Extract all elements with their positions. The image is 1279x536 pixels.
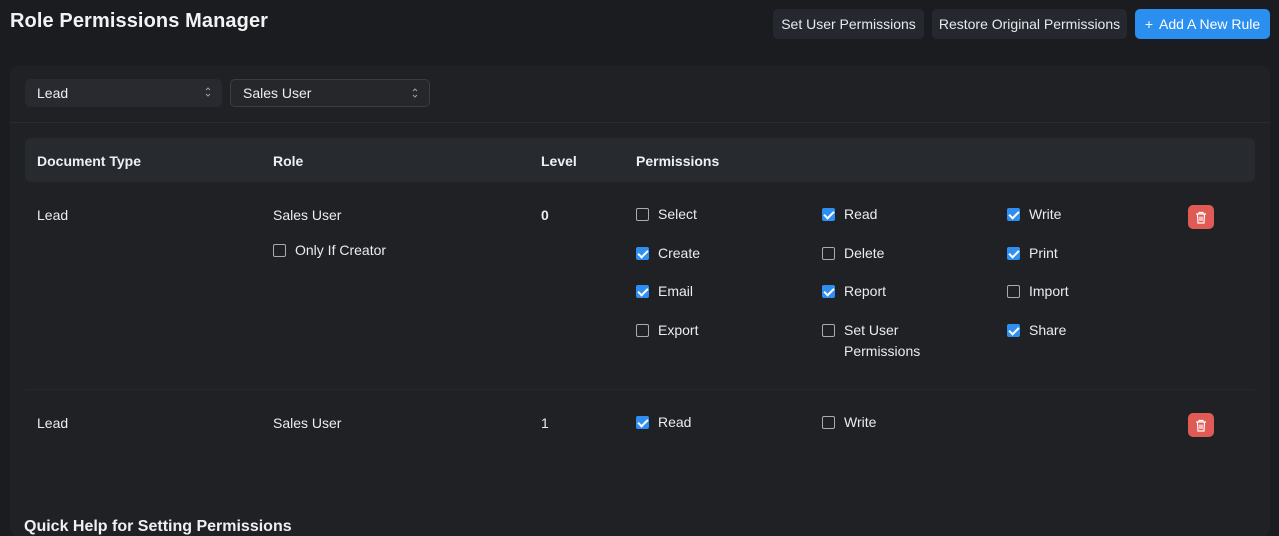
permission-label: Export — [658, 322, 699, 338]
trash-icon — [1196, 211, 1206, 224]
permission-label: Import — [1029, 283, 1069, 299]
permission-label: Email — [658, 283, 694, 299]
header-level: Level — [541, 153, 577, 169]
permission-checkbox[interactable]: Print — [1007, 243, 1139, 264]
row-role: Sales User — [273, 415, 342, 431]
checkbox[interactable] — [1007, 247, 1020, 260]
permission-label: Set User Permissions — [844, 322, 921, 359]
permission-checkbox[interactable]: Delete — [822, 243, 954, 264]
filter-divider — [10, 122, 1270, 123]
checkbox[interactable] — [636, 324, 649, 337]
page-title: Role Permissions Manager — [10, 10, 269, 32]
header-document-type: Document Type — [37, 153, 141, 169]
delete-rule-button[interactable] — [1188, 205, 1214, 229]
checkbox[interactable] — [822, 247, 835, 260]
permission-label: Read — [844, 206, 878, 222]
set-user-permissions-button[interactable]: Set User Permissions — [773, 9, 924, 39]
header-permissions: Permissions — [636, 153, 720, 169]
permission-checkbox[interactable]: Read — [822, 204, 954, 225]
permission-checkbox[interactable]: Write — [822, 412, 954, 433]
permission-label: Share — [1029, 322, 1067, 338]
plus-icon: + — [1144, 16, 1153, 32]
permission-checkbox[interactable]: Write — [1007, 204, 1139, 225]
permission-checkbox[interactable]: Email — [636, 281, 768, 302]
trash-icon — [1196, 419, 1206, 432]
checkbox[interactable] — [636, 247, 649, 260]
permission-checkbox[interactable]: Share — [1007, 320, 1139, 341]
checkbox[interactable] — [1007, 324, 1020, 337]
row-doctype: Lead — [37, 415, 69, 431]
doctype-select-value: Lead — [37, 85, 69, 101]
permission-checkbox[interactable]: Read — [636, 412, 768, 433]
only-if-creator-label: Only If Creator — [295, 242, 387, 258]
checkbox[interactable] — [273, 244, 286, 257]
permission-label: Select — [658, 206, 697, 222]
checkbox[interactable] — [636, 416, 649, 429]
quick-help-title: Quick Help for Setting Permissions — [24, 518, 292, 535]
row-level: 1 — [541, 415, 549, 431]
permission-label: Write — [1029, 206, 1062, 222]
only-if-creator-checkbox[interactable]: Only If Creator — [273, 240, 386, 261]
restore-original-permissions-label: Restore Original Permissions — [938, 16, 1121, 32]
delete-rule-button[interactable] — [1188, 413, 1214, 437]
row-divider — [25, 389, 1255, 390]
checkbox[interactable] — [636, 208, 649, 221]
row-level: 0 — [541, 207, 549, 223]
permission-label: Report — [844, 283, 887, 299]
checkbox[interactable] — [1007, 285, 1020, 298]
checkbox[interactable] — [822, 416, 835, 429]
checkbox[interactable] — [822, 208, 835, 221]
row-doctype: Lead — [37, 207, 69, 223]
table-header: Document Type Role Level Permissions — [25, 138, 1255, 182]
checkbox[interactable] — [1007, 208, 1020, 221]
permission-label: Create — [658, 245, 701, 261]
header-role: Role — [273, 153, 304, 169]
checkbox[interactable] — [822, 324, 835, 337]
select-caret-icon — [412, 88, 418, 98]
permission-label: Print — [1029, 245, 1058, 261]
row-role: Sales User — [273, 207, 342, 223]
permission-checkbox[interactable]: Import — [1007, 281, 1139, 302]
doctype-select[interactable]: Lead — [25, 79, 222, 107]
select-caret-icon — [205, 87, 211, 97]
top-bar: Role Permissions Manager Set User Permis… — [0, 0, 1279, 48]
checkbox[interactable] — [822, 285, 835, 298]
permission-checkbox[interactable]: Set User Permissions — [822, 320, 954, 362]
permission-checkbox[interactable]: Export — [636, 320, 768, 341]
permission-checkbox[interactable]: Report — [822, 281, 954, 302]
permission-label: Read — [658, 414, 692, 430]
permission-label: Delete — [844, 245, 885, 261]
set-user-permissions-label: Set User Permissions — [781, 16, 916, 32]
checkbox[interactable] — [636, 285, 649, 298]
permission-checkbox[interactable]: Select — [636, 204, 768, 225]
add-new-rule-label: Add A New Rule — [1159, 16, 1261, 32]
restore-original-permissions-button[interactable]: Restore Original Permissions — [932, 9, 1127, 39]
permission-checkbox[interactable]: Create — [636, 243, 768, 264]
permission-label: Write — [844, 414, 877, 430]
role-select[interactable]: Sales User — [230, 79, 430, 107]
permissions-card: Lead Sales User Document Type Role Level… — [10, 66, 1270, 536]
role-select-value: Sales User — [243, 85, 312, 101]
add-new-rule-button[interactable]: + Add A New Rule — [1135, 9, 1270, 39]
